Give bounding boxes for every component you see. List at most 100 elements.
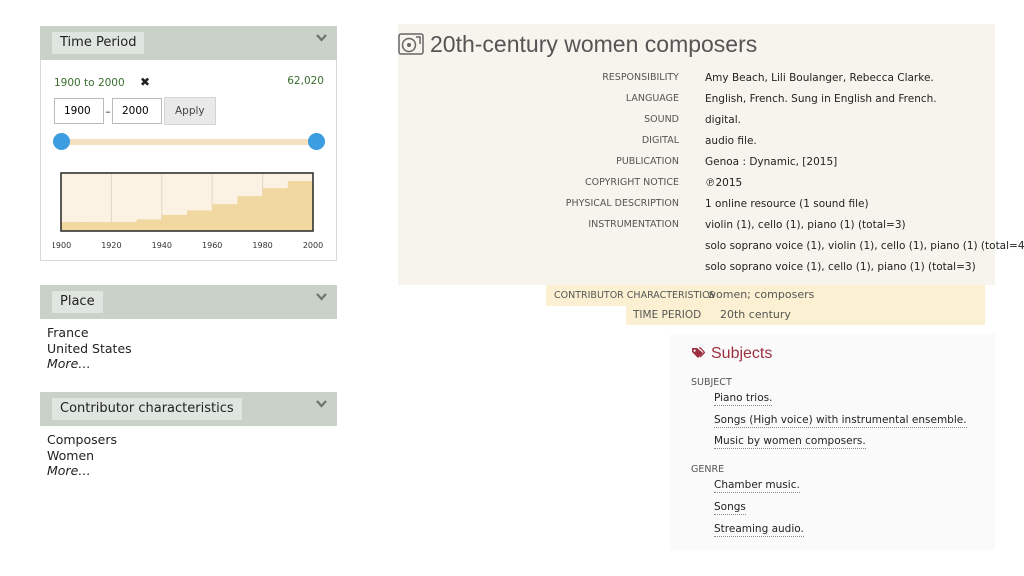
histogram-bar [111,222,138,231]
field-value: women; composers [707,288,815,301]
field-value: audio file. [705,135,757,147]
field-value: solo soprano voice (1), violin (1), cell… [705,240,1024,252]
record-title-text: 20th-century women composers [430,31,758,57]
genre-link[interactable]: Streaming audio. [714,523,804,537]
genre-link[interactable]: Songs [714,501,746,515]
field-row: solo soprano voice (1), cello (1), piano… [398,261,995,279]
selected-range: 1900 to 2000 ✖ 62,020 [54,75,324,89]
range-inputs: – Apply [54,97,216,125]
place-list: France United States More… [40,319,337,372]
histogram-bar [287,181,314,231]
field-label: SOUND [644,114,679,125]
range-slider-min-handle[interactable] [53,133,70,150]
place-facet-header[interactable]: Place [40,285,337,319]
record-panel: 20th-century women composers RESPONSIBIL… [398,24,1024,285]
field-label: INSTRUMENTATION [588,219,679,230]
histogram-tick-label: 1960 [202,241,222,250]
range-to-input[interactable] [112,98,162,124]
field-label: TIME PERIOD [633,309,702,321]
field-row: SOUND digital. [398,114,995,132]
field-row: PUBLICATION Genoa : Dynamic, [2015] [398,156,995,174]
field-row: solo soprano voice (1), violin (1), cell… [398,240,1024,258]
selected-range-count: 62,020 [287,75,324,87]
chevron-down-icon[interactable] [316,291,327,304]
tags-icon [691,346,706,364]
field-value: 1 online resource (1 sound file) [705,198,869,210]
field-value: violin (1), cello (1), piano (1) (total=… [705,219,906,231]
field-label: CONTRIBUTOR CHARACTERISTICS [554,290,715,301]
chevron-down-icon[interactable] [316,398,327,411]
apply-button[interactable]: Apply [164,97,216,125]
histogram-bar [86,222,112,231]
time-period-facet: Time Period 1900 to 2000 ✖ 62,020 – Apply… [40,26,337,261]
genre-label: GENRE [691,464,725,475]
histogram-bar [136,219,163,231]
place-item[interactable]: France [47,325,337,341]
field-row: DIGITAL audio file. [398,135,995,153]
place-facet-title: Place [52,291,103,313]
contributor-item[interactable]: Composers [47,432,337,448]
chevron-down-icon[interactable] [316,32,327,45]
histogram-tick-label: 1900 [53,241,71,250]
histogram-bar [161,214,188,231]
field-value: Amy Beach, Lili Boulanger, Rebecca Clark… [705,72,934,84]
time-period-facet-header[interactable]: Time Period [40,26,337,60]
audio-disc-icon [398,32,424,62]
field-label: PUBLICATION [616,156,679,167]
time-period-row: TIME PERIOD 20th century [626,306,985,325]
place-facet: Place France United States More… [40,285,337,372]
field-value: 20th century [720,308,791,321]
field-row: COPYRIGHT NOTICE ℗2015 [398,177,995,195]
contributor-facet: Contributor characteristics Composers Wo… [40,392,337,479]
subjects-panel: Subjects SUBJECT Piano trios. Songs (Hig… [670,334,995,550]
histogram-bar [262,188,289,231]
histogram-tick-label: 2000 [303,241,323,250]
range-slider-max-handle[interactable] [308,133,325,150]
field-value: Genoa : Dynamic, [2015] [705,156,838,168]
histogram-bar [187,210,213,231]
place-more-link[interactable]: More… [47,356,337,372]
field-label: RESPONSIBILITY [602,72,679,83]
contributor-item[interactable]: Women [47,448,337,464]
selected-range-text: 1900 to 2000 [54,77,125,89]
histogram-tick-label: 1980 [252,241,272,250]
range-slider[interactable] [53,133,325,150]
histogram-bar [212,204,238,231]
field-label: DIGITAL [641,135,679,146]
contributor-more-link[interactable]: More… [47,463,337,479]
contributor-list: Composers Women More… [40,426,337,479]
field-value: solo soprano voice (1), cello (1), piano… [705,261,976,273]
field-label: LANGUAGE [625,93,679,104]
field-row: INSTRUMENTATION violin (1), cello (1), pi… [398,219,995,237]
record-title: 20th-century women composers [398,31,757,62]
field-label: PHYSICAL DESCRIPTION [565,198,679,209]
subject-link[interactable]: Piano trios. [714,392,773,406]
field-row: PHYSICAL DESCRIPTION 1 online resource (1… [398,198,995,216]
histogram-tick-label: 1940 [152,241,172,250]
histogram-bar [61,222,87,231]
range-slider-track[interactable] [61,139,317,145]
close-icon[interactable]: ✖ [140,75,150,89]
histogram-tick-label: 1920 [101,241,121,250]
genre-link[interactable]: Chamber music. [714,479,800,493]
contributor-facet-title: Contributor characteristics [52,398,242,420]
place-item[interactable]: United States [47,341,337,357]
subjects-heading: Subjects [691,345,772,364]
range-from-input[interactable] [54,98,104,124]
field-label: COPYRIGHT NOTICE [585,177,679,188]
subject-link[interactable]: Songs (High voice) with instrumental ens… [714,414,967,428]
subjects-title: Subjects [711,345,773,362]
field-value: ℗2015 [705,177,743,189]
field-value: digital. [705,114,741,126]
time-period-facet-title: Time Period [52,32,145,54]
field-row: RESPONSIBILITY Amy Beach, Lili Boulanger,… [398,72,995,90]
subject-link[interactable]: Music by women composers. [714,435,866,449]
histogram-bar [237,196,264,231]
range-dash: – [105,104,111,118]
subject-label: SUBJECT [691,377,732,388]
contributor-facet-header[interactable]: Contributor characteristics [40,392,337,426]
field-row: LANGUAGE English, French. Sung in English… [398,93,995,111]
contributor-characteristics-row: CONTRIBUTOR CHARACTERISTICS women; compo… [546,285,985,306]
year-histogram: 1900 1920 1940 1960 1980 2000 [53,172,323,250]
field-value: English, French. Sung in English and Fre… [705,93,937,105]
